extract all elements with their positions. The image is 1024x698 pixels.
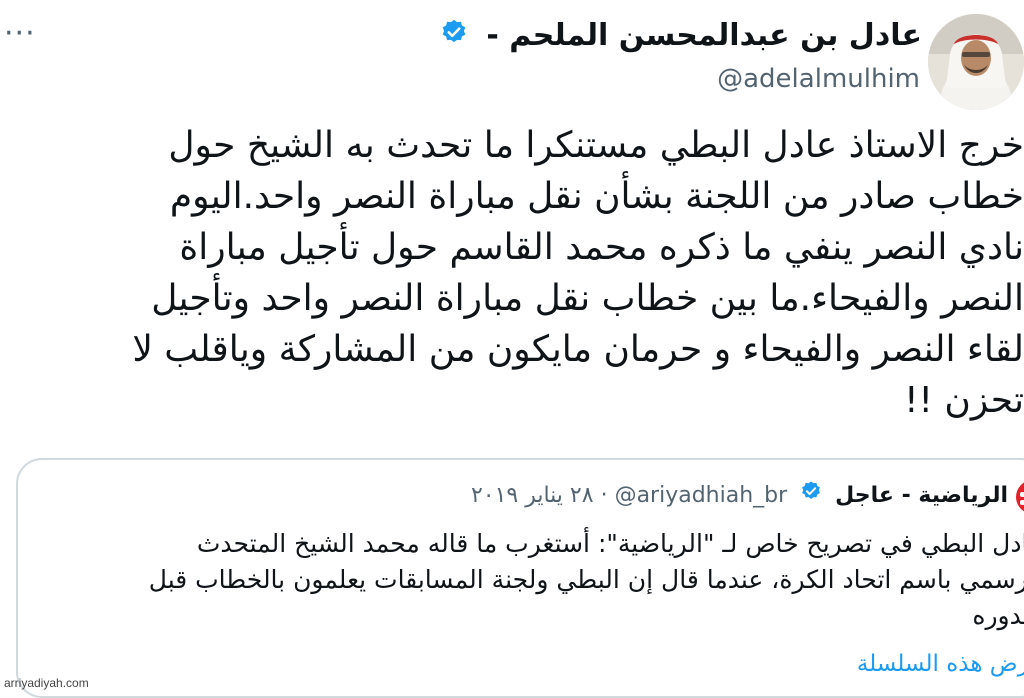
riyadiyah-logo-icon: [1016, 480, 1024, 514]
tweet-line: النصر والفيحاء.ما بين خطاب نقل مباراة ال…: [151, 278, 1024, 319]
quoted-author-name[interactable]: الرياضية - عاجل: [835, 483, 1008, 508]
watermark-text: arriyadiyah.com: [4, 676, 89, 690]
more-options-icon[interactable]: ···: [4, 19, 36, 49]
tweet-text: خرج الاستاذ عادل البطي مستنكرا ما تحدث ب…: [20, 120, 1024, 450]
tweet-line: لقاء النصر والفيحاء و حرمان مايكون من ال…: [132, 329, 1024, 370]
tweet-line: تحزن !!: [904, 380, 1024, 421]
verified-badge-icon: [440, 17, 468, 57]
quoted-tweet-header: الرياضية - عاجل @ariyadhiah_br · ٢٨ يناي…: [471, 480, 1008, 512]
quoted-tweet-card[interactable]: الرياضية - عاجل @ariyadhiah_br · ٢٨ يناي…: [16, 458, 1024, 698]
tweet-line: نادي النصر ينفي ما ذكره محمد القاسم حول …: [179, 227, 1024, 268]
quoted-tweet-text: عادل البطي في تصريح خاص لـ "الرياضية": أ…: [30, 526, 1024, 634]
user-handle[interactable]: @adelalmulhim: [717, 62, 920, 96]
display-name[interactable]: عادل بن عبدالمحسن الملحم -: [440, 16, 922, 57]
verified-badge-icon: [800, 480, 822, 512]
avatar[interactable]: [928, 14, 1024, 110]
show-thread-link[interactable]: عرض هذه السلسلة: [857, 648, 1024, 680]
quoted-tweet-date[interactable]: ٢٨ يناير ٢٠١٩: [471, 483, 594, 508]
quoted-line: عادل البطي في تصريح خاص لـ "الرياضية": أ…: [196, 529, 1024, 558]
tweet-line: خرج الاستاذ عادل البطي مستنكرا ما تحدث ب…: [168, 125, 1024, 166]
profile-photo: [928, 14, 1024, 110]
tweet-line: خطاب صادر من اللجنة بشأن نقل مباراة النص…: [169, 176, 1024, 217]
separator-dot: ·: [600, 483, 608, 508]
quoted-line: الرسمي باسم اتحاد الكرة، عندما قال إن ال…: [148, 565, 1024, 594]
display-name-text: عادل بن عبدالمحسن الملحم -: [486, 18, 922, 53]
quoted-author-handle[interactable]: @ariyadhiah_br: [615, 483, 788, 508]
quoted-line: صدوره: [972, 601, 1024, 630]
